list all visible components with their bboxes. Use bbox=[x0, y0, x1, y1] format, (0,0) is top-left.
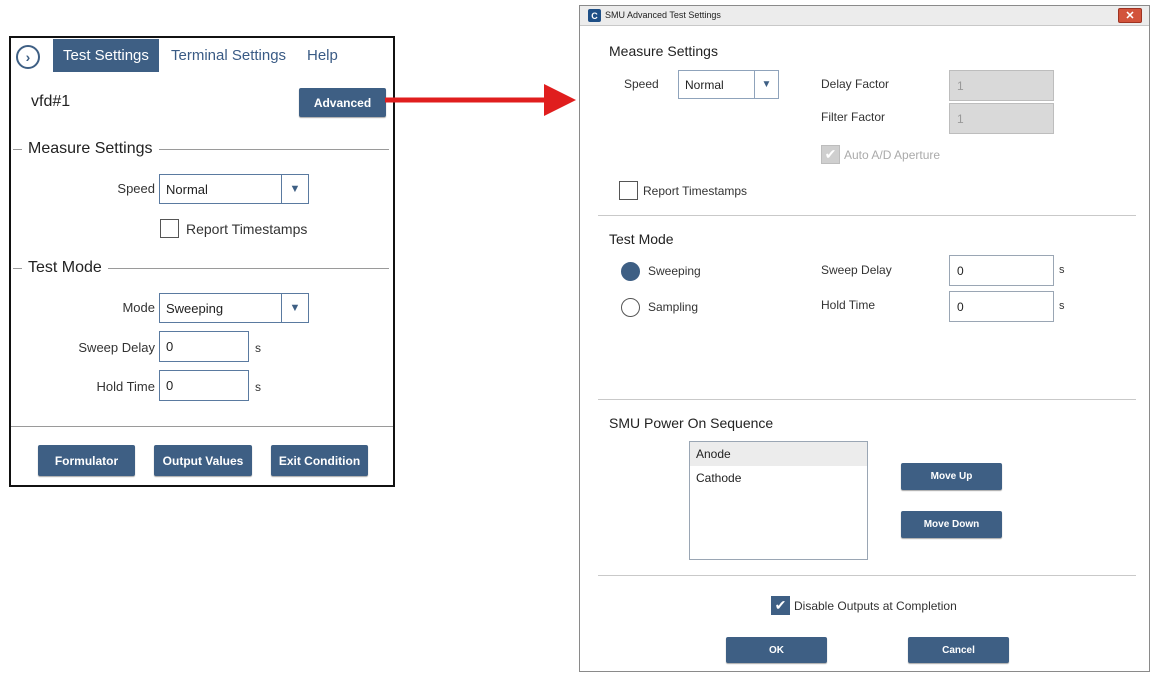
sampling-radio[interactable] bbox=[621, 298, 640, 317]
delay-factor-input: 1 bbox=[949, 70, 1054, 101]
filter-factor-input: 1 bbox=[949, 103, 1054, 134]
device-name: vfd#1 bbox=[31, 93, 71, 110]
auto-ad-aperture-checkbox: ✔ bbox=[821, 145, 840, 164]
chevron-down-icon[interactable]: ▼ bbox=[754, 71, 778, 98]
test-settings-panel: › Test Settings Terminal Settings Help v… bbox=[9, 36, 395, 487]
tab-bar: › Test Settings Terminal Settings Help bbox=[11, 38, 393, 72]
measure-settings-header: Measure Settings bbox=[13, 139, 389, 159]
exit-condition-button[interactable]: Exit Condition bbox=[271, 445, 368, 476]
sweeping-radio[interactable] bbox=[621, 262, 640, 281]
disable-outputs-label: Disable Outputs at Completion bbox=[794, 599, 957, 613]
list-item[interactable]: Cathode bbox=[690, 466, 867, 490]
sweep-delay-input[interactable]: 0 bbox=[949, 255, 1054, 286]
close-icon[interactable]: ✕ bbox=[1118, 8, 1142, 23]
delay-factor-label: Delay Factor bbox=[821, 77, 890, 91]
mode-select[interactable]: Sweeping ▼ bbox=[159, 293, 309, 323]
hold-time-input[interactable]: 0 bbox=[949, 291, 1054, 322]
measure-settings-title: Measure Settings bbox=[609, 43, 718, 59]
auto-ad-aperture-label: Auto A/D Aperture bbox=[844, 148, 941, 162]
ok-button[interactable]: OK bbox=[726, 637, 827, 663]
chevron-down-icon[interactable]: ▼ bbox=[281, 175, 308, 203]
test-mode-title: Test Mode bbox=[609, 231, 674, 247]
speed-select[interactable]: Normal ▼ bbox=[159, 174, 309, 204]
hold-time-label: Hold Time bbox=[821, 298, 876, 312]
move-up-button[interactable]: Move Up bbox=[901, 463, 1002, 490]
report-timestamps-label: Report Timestamps bbox=[186, 221, 308, 237]
smu-advanced-dialog: C SMU Advanced Test Settings ✕ Measure S… bbox=[579, 5, 1150, 672]
divider bbox=[158, 148, 389, 150]
speed-label: Speed bbox=[117, 181, 155, 196]
sweep-delay-input[interactable]: 0 bbox=[159, 331, 249, 362]
sweep-delay-label: Sweep Delay bbox=[821, 263, 892, 277]
hold-time-label: Hold Time bbox=[96, 379, 155, 394]
hold-time-unit: s bbox=[1059, 300, 1065, 312]
divider bbox=[598, 399, 1136, 400]
divider bbox=[598, 215, 1136, 216]
window-title: SMU Advanced Test Settings bbox=[605, 10, 721, 20]
list-item[interactable]: Anode bbox=[690, 442, 867, 466]
power-on-sequence-list[interactable]: Anode Cathode bbox=[689, 441, 868, 560]
hold-time-unit: s bbox=[255, 380, 261, 394]
report-timestamps-checkbox[interactable] bbox=[160, 219, 179, 238]
title-bar[interactable]: C SMU Advanced Test Settings ✕ bbox=[580, 6, 1149, 26]
tab-test-settings[interactable]: Test Settings bbox=[53, 39, 159, 72]
divider bbox=[598, 575, 1136, 576]
output-values-button[interactable]: Output Values bbox=[154, 445, 252, 476]
advanced-button[interactable]: Advanced bbox=[299, 88, 386, 117]
hold-time-input[interactable]: 0 bbox=[159, 370, 249, 401]
speed-select[interactable]: Normal ▼ bbox=[678, 70, 779, 99]
disable-outputs-checkbox[interactable]: ✔ bbox=[771, 596, 790, 615]
divider bbox=[13, 148, 22, 150]
divider bbox=[13, 267, 22, 269]
sampling-label: Sampling bbox=[648, 300, 699, 314]
tab-terminal-settings[interactable]: Terminal Settings bbox=[161, 39, 296, 72]
section-title: Test Mode bbox=[28, 259, 102, 276]
chevron-right-icon[interactable]: › bbox=[16, 45, 40, 69]
red-arrow-icon bbox=[385, 84, 576, 116]
cancel-button[interactable]: Cancel bbox=[908, 637, 1009, 663]
report-timestamps-label: Report Timestamps bbox=[643, 184, 748, 198]
test-mode-header: Test Mode bbox=[13, 258, 389, 278]
move-down-button[interactable]: Move Down bbox=[901, 511, 1002, 538]
section-title: Measure Settings bbox=[28, 140, 153, 157]
arrow-head bbox=[544, 84, 576, 116]
sweep-delay-unit: s bbox=[255, 341, 261, 355]
tab-help[interactable]: Help bbox=[297, 39, 348, 72]
app-icon: C bbox=[588, 9, 601, 22]
sweep-delay-unit: s bbox=[1059, 264, 1065, 276]
divider bbox=[11, 426, 393, 427]
power-on-sequence-title: SMU Power On Sequence bbox=[609, 415, 774, 431]
sweeping-label: Sweeping bbox=[648, 264, 701, 278]
speed-value: Normal bbox=[166, 181, 208, 197]
sweep-delay-label: Sweep Delay bbox=[78, 340, 155, 355]
formulator-button[interactable]: Formulator bbox=[38, 445, 135, 476]
speed-label: Speed bbox=[624, 77, 659, 91]
divider bbox=[107, 267, 389, 269]
mode-value: Sweeping bbox=[166, 300, 224, 316]
speed-value: Normal bbox=[685, 77, 724, 92]
report-timestamps-checkbox[interactable] bbox=[619, 181, 638, 200]
mode-label: Mode bbox=[122, 300, 155, 315]
filter-factor-label: Filter Factor bbox=[821, 110, 886, 124]
chevron-down-icon[interactable]: ▼ bbox=[281, 294, 308, 322]
